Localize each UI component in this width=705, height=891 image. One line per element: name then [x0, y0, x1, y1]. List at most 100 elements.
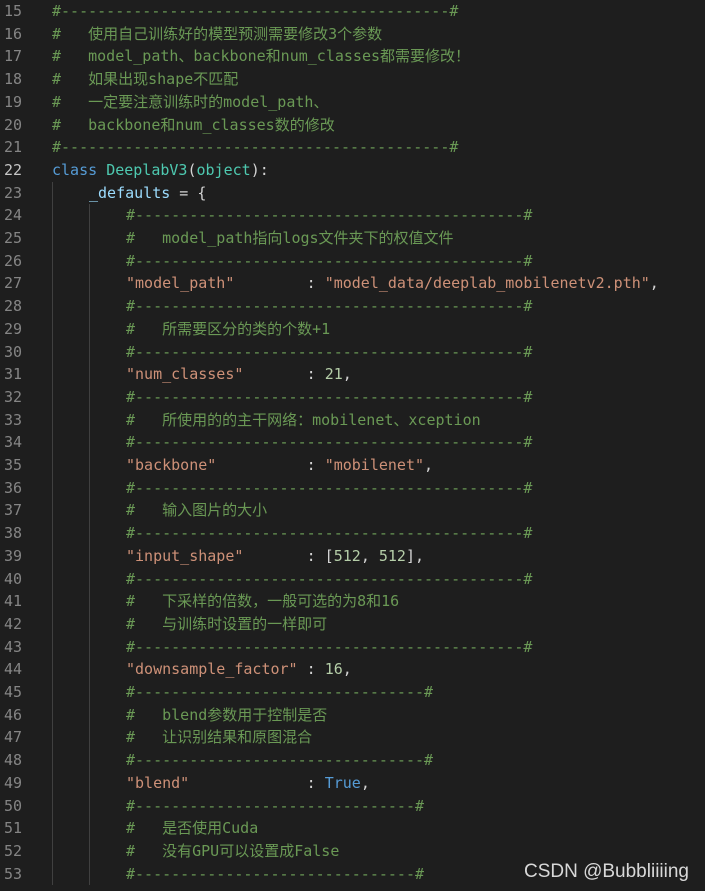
code-line[interactable]: 18 # 如果出现shape不匹配: [0, 68, 705, 91]
code-text: #--------------------------------#: [126, 749, 433, 772]
code-text: "model_path" : "model_data/deeplab_mobil…: [126, 272, 659, 295]
code-token: "input_shape": [126, 546, 244, 565]
code-text: # 与训练时设置的一样即可: [126, 613, 327, 636]
code-line[interactable]: 16 # 使用自己训练好的模型预测需要修改3个参数: [0, 23, 705, 46]
code-line[interactable]: 26 #-------------------------------------…: [0, 250, 705, 273]
code-token: #---------------------------------------…: [126, 569, 533, 588]
code-token: "model_path": [126, 274, 235, 293]
code-line[interactable]: 33 # 所使用的的主干网络：mobilenet、xception: [0, 409, 705, 432]
code-text: #---------------------------------------…: [126, 204, 532, 227]
code-line[interactable]: 35 "backbone" : "mobilenet",: [0, 454, 705, 477]
watermark: CSDN @Bubbliiiing: [523, 861, 689, 882]
line-number: 49: [4, 773, 23, 792]
code-token: #--------------------------------#: [126, 683, 434, 701]
code-line[interactable]: 41 # 下采样的倍数，一般可选的为8和16: [0, 590, 705, 613]
line-number: 46: [4, 705, 23, 724]
code-line[interactable]: 27 "model_path" : "model_data/deeplab_mob…: [0, 272, 705, 295]
line-number: 47: [4, 728, 23, 747]
code-line[interactable]: 38 #-------------------------------------…: [0, 522, 705, 545]
code-token: ,: [342, 365, 352, 384]
code-line[interactable]: 23 _defaults = {: [0, 182, 705, 205]
line-number: 29: [4, 319, 23, 338]
code-line[interactable]: 20 # backbone和num_classes数的修改: [0, 114, 705, 137]
code-token: #---------------------------------------…: [52, 2, 459, 20]
line-number: 50: [4, 796, 23, 815]
code-token: #---------------------------------------…: [126, 433, 533, 452]
code-text: # 没有GPU可以设置成False: [126, 840, 339, 863]
code-text: #---------------------------------------…: [126, 522, 532, 545]
code-line[interactable]: 52 # 没有GPU可以设置成False: [0, 840, 705, 863]
code-line[interactable]: 46 # blend参数用于控制是否: [0, 704, 705, 727]
code-text: # 使用自己训练好的模型预测需要修改3个参数: [52, 23, 382, 46]
code-line[interactable]: 43 #-------------------------------------…: [0, 636, 705, 659]
code-editor[interactable]: 15 #-------------------------------------…: [0, 0, 705, 891]
line-number: 41: [4, 592, 23, 611]
line-number: 32: [4, 387, 23, 406]
line-number: 36: [4, 478, 23, 497]
code-text: # 下采样的倍数，一般可选的为8和16: [126, 590, 399, 613]
code-text: class DeeplabV3(object):: [52, 159, 269, 182]
code-line[interactable]: 34 #-------------------------------------…: [0, 431, 705, 454]
line-number: 21: [4, 138, 23, 157]
code-token: #--------------------------------#: [126, 751, 434, 770]
code-line[interactable]: 49 "blend" : True,: [0, 772, 705, 795]
code-token: 512: [378, 546, 406, 565]
code-line[interactable]: 36 #-------------------------------------…: [0, 477, 705, 500]
code-token: # 使用自己训练好的模型预测需要修改3个参数: [52, 24, 383, 43]
code-text: # 如果出现shape不匹配: [52, 68, 238, 91]
code-line[interactable]: 29 # 所需要区分的类的个数+1: [0, 318, 705, 341]
code-line[interactable]: 51 # 是否使用Cuda: [0, 817, 705, 840]
code-line[interactable]: 40 #-------------------------------------…: [0, 568, 705, 591]
code-line[interactable]: 15 #-------------------------------------…: [0, 0, 705, 23]
line-number: 23: [4, 183, 23, 202]
code-token: #-------------------------------#: [126, 864, 425, 883]
code-line[interactable]: 25 # model_path指向logs文件夹下的权值文件: [0, 227, 705, 250]
code-token: # 与训练时设置的一样即可: [126, 614, 328, 633]
code-line[interactable]: 24 #-------------------------------------…: [0, 204, 705, 227]
code-token: # model_path、backbone和num_classes都需要修改！: [52, 47, 471, 66]
code-token: # backbone和num_classes数的修改: [52, 115, 335, 134]
code-line[interactable]: 47 # 让识别结果和原图混合: [0, 726, 705, 749]
code-token: True: [324, 773, 361, 792]
line-number: 44: [4, 660, 23, 679]
line-number: 51: [4, 819, 23, 838]
code-line[interactable]: 50 #-------------------------------#: [0, 795, 705, 818]
code-token: ):: [250, 160, 269, 179]
code-token: :: [234, 274, 325, 293]
code-line[interactable]: 19 # 一定要注意训练时的model_path、: [0, 91, 705, 114]
code-text: # 所需要区分的类的个数+1: [126, 318, 330, 341]
code-text: "downsample_factor" : 16,: [126, 658, 352, 681]
code-line[interactable]: 30 #-------------------------------------…: [0, 341, 705, 364]
code-token: #---------------------------------------…: [126, 387, 533, 406]
indent-guide: [89, 204, 90, 886]
code-token: "blend": [126, 773, 190, 792]
code-line[interactable]: 48 #--------------------------------#: [0, 749, 705, 772]
code-line[interactable]: 17 # model_path、backbone和num_classes都需要修改…: [0, 45, 705, 68]
code-token: # 是否使用Cuda: [126, 819, 259, 838]
indent-guide: [52, 181, 53, 886]
line-number: 20: [4, 115, 23, 134]
code-line[interactable]: 31 "num_classes" : 21,: [0, 363, 705, 386]
code-line[interactable]: 37 # 输入图片的大小: [0, 499, 705, 522]
code-line[interactable]: 44 "downsample_factor" : 16,: [0, 658, 705, 681]
line-number: 52: [4, 841, 23, 860]
line-number: 48: [4, 751, 23, 770]
code-text: #---------------------------------------…: [126, 477, 532, 500]
code-text: #---------------------------------------…: [126, 431, 532, 454]
code-token: ,: [360, 546, 379, 565]
code-text: #---------------------------------------…: [126, 341, 532, 364]
line-number: 33: [4, 410, 23, 429]
line-number: 38: [4, 524, 23, 543]
code-token: # 所使用的的主干网络：mobilenet、xception: [126, 410, 481, 429]
code-line[interactable]: 45 #--------------------------------#: [0, 681, 705, 704]
code-line[interactable]: 22 class DeeplabV3(object):: [0, 159, 705, 182]
code-line[interactable]: 28 #-------------------------------------…: [0, 295, 705, 318]
code-line[interactable]: 42 # 与训练时设置的一样即可: [0, 613, 705, 636]
code-text: _defaults = {: [89, 182, 206, 205]
line-number: 17: [4, 47, 23, 66]
code-line[interactable]: 39 "input_shape" : [512, 512],: [0, 545, 705, 568]
code-line[interactable]: 32 #-------------------------------------…: [0, 386, 705, 409]
code-token: : [: [243, 546, 334, 565]
code-line[interactable]: 21 #-------------------------------------…: [0, 136, 705, 159]
code-token: _defaults: [89, 183, 171, 202]
